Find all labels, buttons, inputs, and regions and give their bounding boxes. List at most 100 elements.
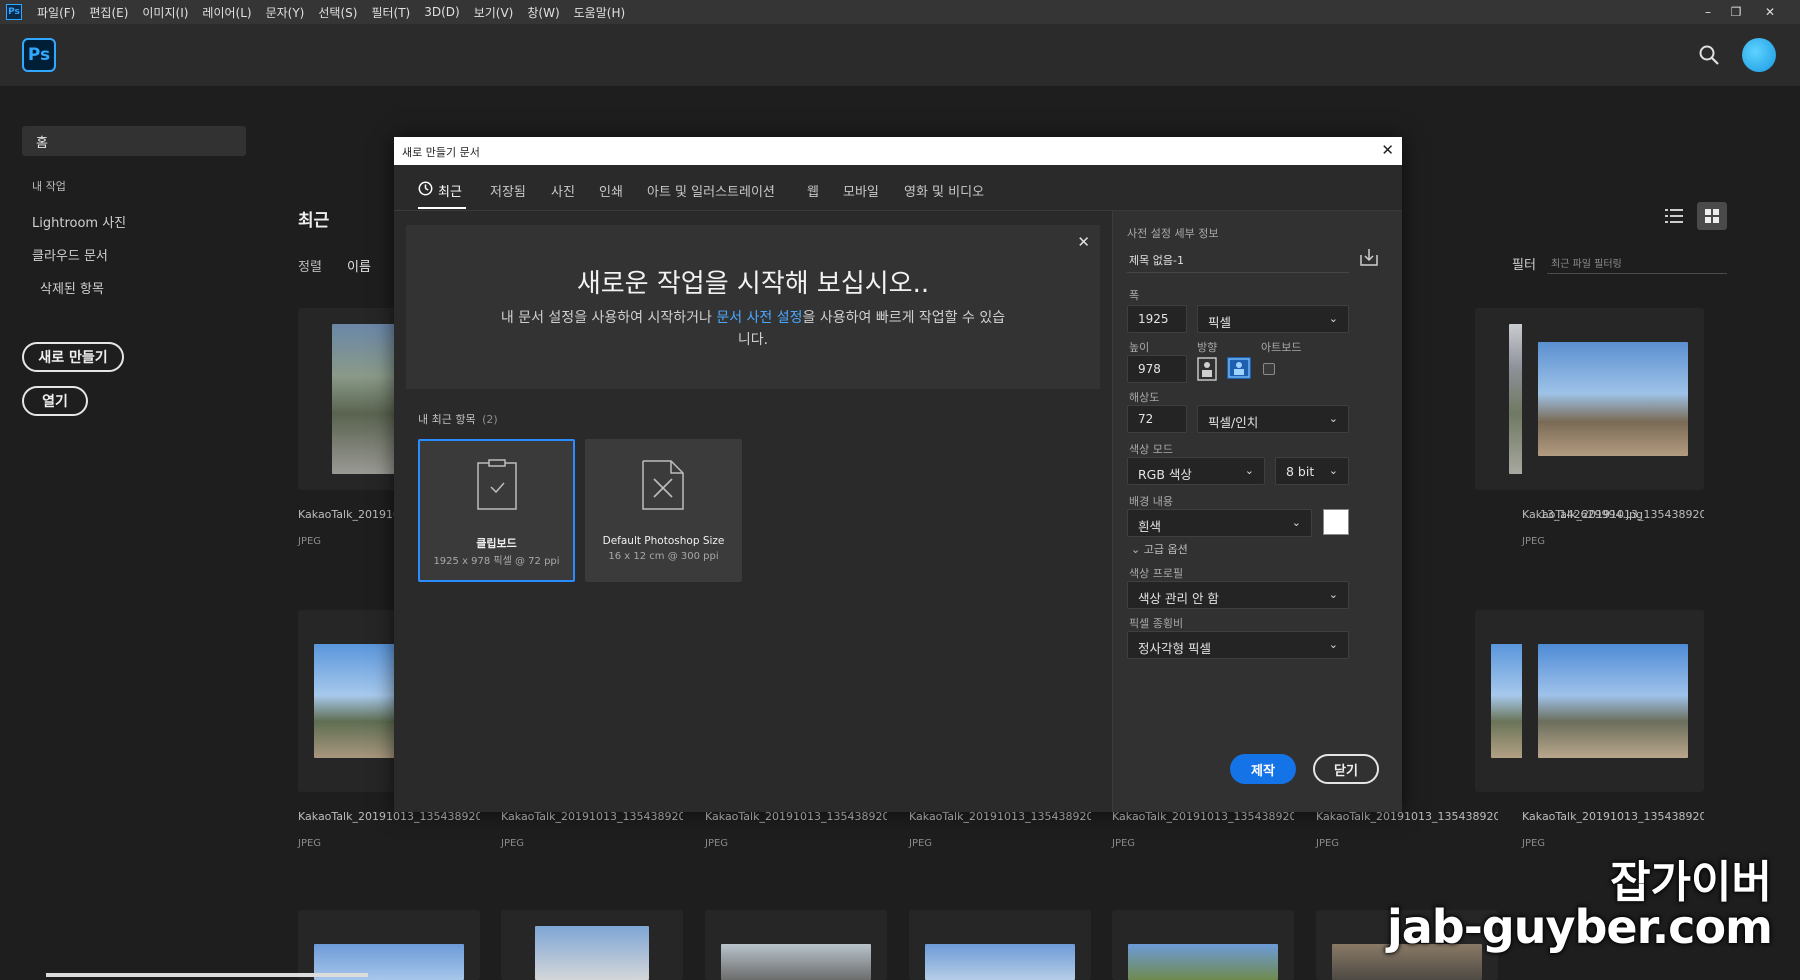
tab-print[interactable]: 인쇄 (599, 181, 623, 200)
details-header: 사전 설정 세부 정보 (1127, 227, 1219, 240)
grid-view-button[interactable] (1697, 202, 1727, 230)
orientation-label: 방향 (1197, 341, 1218, 354)
file-type: JPEG (1522, 536, 1546, 547)
color-mode-select[interactable]: RGB 색상 ⌄ (1127, 457, 1265, 485)
file-type: JPEG (298, 838, 322, 849)
sidebar-item-lightroom[interactable]: Lightroom 사진 (32, 212, 126, 231)
background-color-swatch[interactable] (1323, 509, 1349, 535)
minimize-icon[interactable]: – (1694, 0, 1722, 24)
menu-edit[interactable]: 편집(E) (82, 4, 135, 21)
tab-recent[interactable]: 최근 (438, 181, 462, 200)
new-document-dialog: 새로 만들기 문서 ✕ 최근 저장됨 사진 인쇄 아트 및 일러스트레이션 웹 … (394, 137, 1402, 812)
horizontal-scrollbar[interactable] (46, 973, 368, 977)
menu-file[interactable]: 파일(F) (30, 4, 82, 21)
resolution-input[interactable]: 72 (1127, 405, 1187, 433)
resolution-unit-select[interactable]: 픽셀/인치 ⌄ (1197, 405, 1349, 433)
file-name: KakaoTalk_20191013_135438920_1... (1522, 810, 1704, 823)
background-select[interactable]: 흰색 ⌄ (1127, 509, 1312, 537)
tab-mobile[interactable]: 모바일 (843, 181, 879, 200)
tab-film-video[interactable]: 영화 및 비디오 (904, 181, 984, 200)
document-name-input[interactable]: 제목 없음-1 (1127, 245, 1349, 273)
chevron-down-icon: ⌄ (1291, 516, 1301, 529)
recent-file-card[interactable] (1522, 308, 1704, 490)
file-thumbnail (1538, 342, 1688, 456)
save-preset-icon[interactable] (1359, 247, 1379, 267)
search-icon[interactable] (1698, 44, 1720, 66)
file-type: JPEG (1316, 838, 1340, 849)
height-label: 높이 (1129, 341, 1150, 354)
sidebar-item-deleted[interactable]: 삭제된 항목 (40, 278, 104, 297)
artboard-checkbox[interactable] (1263, 363, 1275, 375)
document-presets-link[interactable]: 문서 사전 설정 (716, 310, 802, 326)
sort-dropdown[interactable]: 이름 (347, 256, 371, 275)
close-button[interactable]: 닫기 (1313, 754, 1379, 784)
landscape-orientation-icon[interactable] (1227, 357, 1251, 379)
recent-file-card[interactable] (1522, 610, 1704, 792)
chevron-down-icon: ⌄ (1328, 588, 1338, 601)
file-type: JPEG (1112, 838, 1136, 849)
tab-art-illustration[interactable]: 아트 및 일러스트레이션 (647, 181, 775, 200)
open-button[interactable]: 열기 (22, 386, 88, 416)
ps-logo[interactable]: Ps (22, 38, 56, 72)
filter-input[interactable]: 최근 파일 필터링 (1547, 250, 1727, 274)
menu-help[interactable]: 도움말(H) (567, 4, 633, 21)
menu-select[interactable]: 선택(S) (311, 4, 364, 21)
recent-file-card[interactable] (705, 910, 887, 980)
preset-clipboard[interactable]: 클립보드 1925 x 978 픽셀 @ 72 ppi (418, 439, 575, 582)
pixel-aspect-label: 픽셀 종횡비 (1129, 617, 1184, 630)
bit-depth-select[interactable]: 8 bit ⌄ (1275, 457, 1349, 485)
filter-label: 필터 (1512, 258, 1536, 273)
new-button[interactable]: 새로 만들기 (22, 342, 124, 372)
window-close-icon[interactable]: ✕ (1756, 0, 1784, 24)
file-type: JPEG (501, 838, 525, 849)
tab-saved[interactable]: 저장됨 (490, 181, 526, 200)
menu-3d[interactable]: 3D(D) (417, 5, 466, 19)
sidebar-item-cloud-docs[interactable]: 클라우드 문서 (32, 245, 108, 264)
welcome-text-part-1: 내 문서 설정을 사용하여 시작하거나 (500, 310, 717, 326)
menu-view[interactable]: 보기(V) (467, 4, 521, 21)
document-error-icon (642, 460, 684, 510)
recent-items-count: (2) (482, 413, 498, 426)
color-profile-label: 색상 프로필 (1129, 567, 1184, 580)
list-view-icon[interactable] (1665, 208, 1683, 224)
width-input[interactable]: 1925 (1127, 305, 1187, 333)
dialog-close-icon[interactable]: ✕ (1381, 141, 1394, 159)
welcome-close-icon[interactable]: ✕ (1077, 233, 1090, 251)
create-button[interactable]: 제작 (1230, 754, 1296, 784)
chevron-down-icon: ⌄ (1244, 464, 1254, 477)
preset-default-photoshop[interactable]: Default Photoshop Size 16 x 12 cm @ 300 … (585, 439, 742, 582)
width-unit-select[interactable]: 픽셀 ⌄ (1197, 305, 1349, 333)
portrait-orientation-icon[interactable] (1197, 357, 1217, 381)
height-input[interactable]: 978 (1127, 355, 1187, 383)
recent-file-card[interactable] (909, 910, 1091, 980)
menu-window[interactable]: 창(W) (520, 4, 566, 21)
menu-filter[interactable]: 필터(T) (364, 4, 417, 21)
preset-name: Default Photoshop Size (602, 535, 725, 547)
file-type: JPEG (909, 838, 933, 849)
recent-file-card[interactable] (501, 910, 683, 980)
file-type: JPEG (298, 536, 322, 547)
sidebar-item-home[interactable]: 홈 (22, 126, 246, 156)
preset-size: 1925 x 978 픽셀 @ 72 ppi (433, 556, 560, 567)
tab-web[interactable]: 웹 (807, 181, 819, 200)
presets-pane: ✕ 새로운 작업을 시작해 보십시오.. 내 문서 설정을 사용하여 시작하거나… (394, 211, 1112, 812)
pixel-aspect-select[interactable]: 정사각형 픽셀 ⌄ (1127, 631, 1349, 659)
artboard-label: 아트보드 (1261, 341, 1302, 354)
advanced-options-toggle[interactable]: ⌄ 고급 옵션 (1131, 541, 1188, 557)
welcome-banner: ✕ 새로운 작업을 시작해 보십시오.. 내 문서 설정을 사용하여 시작하거나… (406, 225, 1100, 389)
tab-photo[interactable]: 사진 (551, 181, 575, 200)
restore-icon[interactable]: ❐ (1722, 0, 1750, 24)
menu-image[interactable]: 이미지(I) (135, 4, 195, 21)
chevron-down-icon: ⌄ (1328, 464, 1338, 477)
color-profile-select[interactable]: 색상 관리 안 함 ⌄ (1127, 581, 1349, 609)
avatar[interactable] (1742, 38, 1776, 72)
color-profile-value: 색상 관리 안 함 (1138, 591, 1219, 606)
menu-layer[interactable]: 레이어(L) (195, 4, 258, 21)
dialog-titlebar: 새로 만들기 문서 ✕ (394, 137, 1402, 165)
color-mode-value: RGB 색상 (1138, 467, 1192, 482)
sidebar: 홈 내 작업 Lightroom 사진 클라우드 문서 삭제된 항목 새로 만들… (0, 86, 260, 980)
file-name: KakaoTalk_20191013_135438920_2... (1522, 508, 1704, 521)
recent-file-card[interactable] (1112, 910, 1294, 980)
menu-type[interactable]: 문자(Y) (259, 4, 312, 21)
recent-file-card[interactable] (298, 910, 480, 980)
